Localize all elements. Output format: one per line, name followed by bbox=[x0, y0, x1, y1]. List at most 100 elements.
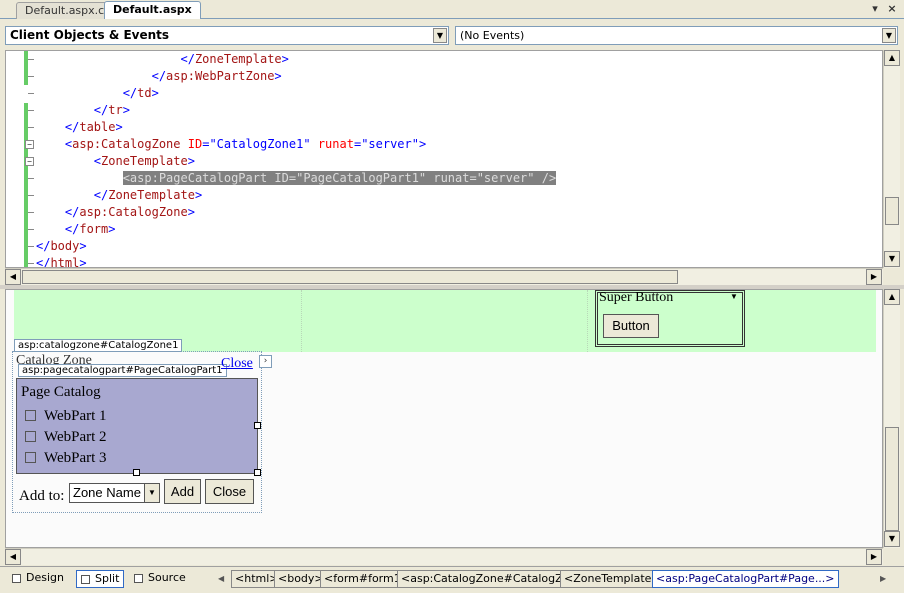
design-vertical-scrollbar[interactable]: ▲ ▼ bbox=[883, 289, 900, 548]
code-token: > bbox=[115, 120, 123, 134]
scroll-thumb[interactable] bbox=[885, 427, 899, 531]
code-token: ZoneTemplate bbox=[108, 188, 195, 202]
view-design-button[interactable]: Design bbox=[8, 570, 68, 588]
scroll-down-icon[interactable]: ▼ bbox=[884, 251, 900, 267]
resize-handle[interactable] bbox=[254, 469, 261, 476]
catalog-item[interactable]: WebPart 2 bbox=[25, 429, 107, 446]
code-text: <asp:CatalogZone ID="CatalogZone1" runat… bbox=[36, 136, 426, 153]
outline-dash bbox=[28, 93, 34, 94]
code-token: ZoneTemplate bbox=[101, 154, 188, 168]
code-line[interactable]: </ZoneTemplate> bbox=[6, 187, 882, 204]
code-line[interactable]: </form> bbox=[6, 221, 882, 238]
scroll-thumb[interactable] bbox=[885, 197, 899, 225]
view-split-button[interactable]: Split bbox=[76, 570, 125, 588]
outline-dash bbox=[28, 263, 34, 264]
catalog-title: Page Catalog bbox=[21, 384, 101, 400]
scroll-left-icon[interactable]: ◀ bbox=[5, 269, 21, 285]
code-line[interactable]: − <ZoneTemplate> bbox=[6, 153, 882, 170]
catalogzone-tag[interactable]: asp:catalogzone#CatalogZone1 bbox=[14, 339, 183, 352]
code-token: > bbox=[187, 154, 195, 168]
object-selector[interactable]: Client Objects & Events ▼ bbox=[5, 26, 449, 45]
chevron-down-icon[interactable]: ▼ bbox=[144, 484, 159, 502]
chevron-down-icon[interactable]: ▼ bbox=[882, 28, 896, 43]
design-horizontal-scrollbar[interactable]: ◀ ▶ bbox=[5, 548, 883, 565]
table-cell-divider bbox=[301, 290, 302, 352]
scroll-right-icon[interactable]: ▶ bbox=[866, 269, 882, 285]
catalog-item[interactable]: WebPart 1 bbox=[25, 408, 107, 425]
code-text: </ZoneTemplate> bbox=[36, 51, 289, 68]
active-files-dropdown-icon[interactable]: ▾ bbox=[868, 2, 882, 16]
code-text: </body> bbox=[36, 238, 87, 255]
code-token: </ bbox=[64, 120, 80, 134]
code-token: ZoneTemplate bbox=[194, 52, 282, 66]
event-selector[interactable]: (No Events) ▼ bbox=[455, 26, 898, 45]
zone-select[interactable]: Zone Name ▼ bbox=[69, 483, 160, 503]
outline-dash bbox=[28, 59, 34, 60]
code-line[interactable]: </asp:WebPartZone> bbox=[6, 68, 882, 85]
code-token: asp:CatalogZone bbox=[72, 137, 181, 151]
resize-handle[interactable] bbox=[254, 422, 261, 429]
view-source-button[interactable]: Source bbox=[130, 570, 190, 588]
catalog-item[interactable]: WebPart 3 bbox=[25, 450, 107, 467]
outline-dash bbox=[28, 76, 34, 77]
button-control[interactable]: Button bbox=[603, 314, 659, 338]
catalogzone-close-link[interactable]: Close bbox=[221, 356, 253, 372]
code-line[interactable]: − <asp:CatalogZone ID="CatalogZone1" run… bbox=[6, 136, 882, 153]
resize-handle[interactable] bbox=[133, 469, 140, 476]
code-token: > bbox=[274, 69, 282, 83]
code-line[interactable]: </td> bbox=[6, 85, 882, 102]
scroll-left-icon[interactable]: ◀ bbox=[5, 549, 21, 565]
tag-scroll-left-icon[interactable]: ◀ bbox=[218, 571, 228, 587]
close-document-icon[interactable]: × bbox=[885, 2, 899, 16]
add-button[interactable]: Add bbox=[164, 479, 201, 504]
scroll-up-icon[interactable]: ▲ bbox=[884, 289, 900, 305]
outline-dash bbox=[28, 229, 34, 230]
checkbox[interactable] bbox=[25, 410, 36, 421]
code-token: > bbox=[281, 52, 289, 66]
collapse-icon[interactable]: − bbox=[25, 140, 34, 149]
chevron-down-icon[interactable]: ▼ bbox=[433, 28, 447, 43]
table-cell-divider bbox=[587, 290, 588, 352]
code-line[interactable]: </ZoneTemplate> bbox=[6, 51, 882, 68]
code-line[interactable]: </body> bbox=[6, 238, 882, 255]
code-text: </form> bbox=[36, 221, 116, 238]
breadcrumb-pagecatalogpart[interactable]: <asp:PageCatalogPart#Page...> bbox=[652, 570, 839, 588]
code-line[interactable]: </asp:CatalogZone> bbox=[6, 204, 882, 221]
scroll-down-icon[interactable]: ▼ bbox=[884, 531, 900, 547]
tab-default-aspx[interactable]: Default.aspx bbox=[104, 1, 201, 19]
breadcrumb-zonetemplate[interactable]: <ZoneTemplate> bbox=[560, 570, 665, 588]
design-surface[interactable]: Super Button ▼ Button asp:catalogzone#Ca… bbox=[5, 289, 883, 548]
editor-vertical-scrollbar[interactable]: ▲ ▼ bbox=[883, 50, 900, 268]
code-line[interactable]: </html> bbox=[6, 255, 882, 267]
collapse-icon[interactable]: − bbox=[25, 157, 34, 166]
view-and-tag-bar: Design Split Source ◀ <html> <body> <for… bbox=[0, 566, 904, 593]
code-line[interactable]: </tr> bbox=[6, 102, 882, 119]
source-editor[interactable]: </ZoneTemplate> </asp:WebPartZone> </td>… bbox=[5, 50, 883, 268]
smart-tag-chevron-icon[interactable]: › bbox=[259, 355, 272, 368]
webpart-menu-icon[interactable]: ▼ bbox=[730, 292, 738, 301]
editor-horizontal-scrollbar[interactable]: ◀ ▶ bbox=[5, 268, 883, 285]
scroll-right-icon[interactable]: ▶ bbox=[866, 549, 882, 565]
scroll-up-icon[interactable]: ▲ bbox=[884, 50, 900, 66]
code-text: </td> bbox=[36, 85, 159, 102]
code-text: <ZoneTemplate> bbox=[36, 153, 195, 170]
code-token: form bbox=[79, 222, 109, 236]
page-catalog-part[interactable]: Page Catalog WebPart 1 WebPart 2 WebPart… bbox=[16, 378, 258, 474]
code-line[interactable]: </table> bbox=[6, 119, 882, 136]
close-button[interactable]: Close bbox=[205, 479, 254, 504]
checkbox[interactable] bbox=[25, 452, 36, 463]
code-line[interactable]: <asp:PageCatalogPart ID="PageCatalogPart… bbox=[6, 170, 882, 187]
checkbox[interactable] bbox=[25, 431, 36, 442]
code-token: < bbox=[93, 154, 102, 168]
code-token: > bbox=[418, 137, 427, 151]
breadcrumb-catalogzone[interactable]: <asp:CatalogZone#CatalogZ...> bbox=[397, 570, 587, 588]
scroll-thumb[interactable] bbox=[22, 270, 678, 284]
tag-scroll-right-icon[interactable]: ▶ bbox=[880, 571, 890, 587]
code-token: asp:CatalogZone bbox=[79, 205, 188, 219]
catalogpart-tag[interactable]: asp:pagecatalogpart#PageCatalogPart1 bbox=[18, 364, 227, 377]
